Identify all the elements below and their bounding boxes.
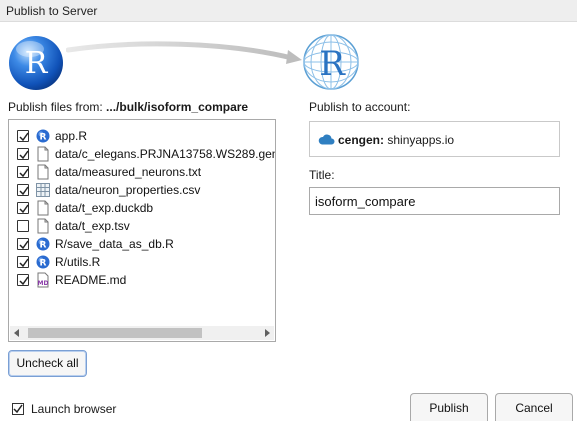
file-name: data/c_elegans.PRJNA13758.WS289.gene [55, 147, 276, 161]
window-title: Publish to Server [6, 4, 98, 18]
horizontal-scrollbar[interactable] [10, 326, 274, 340]
publish-button[interactable]: Publish [410, 393, 488, 421]
file-name: R/utils.R [55, 255, 101, 269]
svg-text:R: R [25, 46, 49, 81]
file-checkbox[interactable] [17, 148, 29, 160]
svg-text:MD: MD [38, 280, 49, 287]
account-selector[interactable]: cengen: shinyapps.io [309, 121, 560, 157]
file-name: R/save_data_as_db.R [55, 237, 174, 251]
file-checkbox[interactable] [17, 256, 29, 268]
title-input[interactable] [309, 187, 560, 215]
r-file-icon: R [36, 129, 50, 143]
publish-account-label: Publish to account: [309, 100, 411, 114]
file-name: app.R [55, 129, 88, 143]
r-file-icon: R [36, 237, 50, 251]
scroll-right-arrow-icon[interactable] [263, 329, 271, 337]
spreadsheet-icon [36, 183, 50, 197]
file-row-neuron-properties[interactable]: data/neuron_properties.csv [9, 181, 275, 199]
file-name: data/t_exp.tsv [55, 219, 130, 233]
file-name: README.md [55, 273, 127, 287]
file-row-t-exp-tsv[interactable]: data/t_exp.tsv [9, 217, 275, 235]
uncheck-all-button[interactable]: Uncheck all [8, 350, 87, 377]
cloud-icon [318, 134, 335, 145]
svg-text:R: R [319, 44, 346, 84]
file-row-gene[interactable]: data/c_elegans.PRJNA13758.WS289.gene [9, 145, 276, 163]
title-label: Title: [309, 168, 335, 182]
file-name: data/t_exp.duckdb [55, 201, 154, 215]
file-row-t-exp-duckdb[interactable]: data/t_exp.duckdb [9, 199, 275, 217]
cancel-button[interactable]: Cancel [495, 393, 573, 421]
document-icon [37, 146, 49, 162]
file-row-app-r[interactable]: R app.R [9, 127, 275, 145]
document-icon [37, 164, 49, 180]
window-titlebar: Publish to Server [0, 0, 577, 22]
scrollbar-thumb[interactable] [28, 328, 202, 338]
account-server: shinyapps.io [387, 133, 455, 147]
file-checkbox[interactable] [17, 202, 29, 214]
document-icon [37, 200, 49, 216]
file-list[interactable]: R app.R data/c_elegans.PRJNA13758.WS289.… [8, 119, 276, 342]
scroll-left-arrow-icon[interactable] [13, 329, 21, 337]
file-checkbox[interactable] [17, 130, 29, 142]
file-checkbox[interactable] [17, 184, 29, 196]
account-name: cengen: [338, 133, 385, 147]
server-r-globe-icon: R [303, 34, 359, 90]
document-icon [37, 218, 49, 234]
svg-text:R: R [40, 241, 47, 251]
file-checkbox[interactable] [17, 238, 29, 250]
file-row-utils-r[interactable]: R R/utils.R [9, 253, 275, 271]
svg-text:R: R [40, 133, 47, 143]
file-name: data/neuron_properties.csv [55, 183, 201, 197]
markdown-icon: MD [37, 272, 49, 288]
file-checkbox[interactable] [17, 274, 29, 286]
publish-files-label: Publish files from: .../bulk/isoform_com… [8, 100, 249, 114]
svg-text:R: R [40, 259, 47, 269]
r-logo-icon: R [9, 36, 63, 90]
launch-browser-label: Launch browser [31, 402, 117, 416]
publish-path: .../bulk/isoform_compare [106, 100, 249, 114]
file-row-save-data-as-db[interactable]: R R/save_data_as_db.R [9, 235, 275, 253]
file-row-readme[interactable]: MD README.md [9, 271, 275, 289]
file-checkbox[interactable] [17, 220, 29, 232]
file-checkbox[interactable] [17, 166, 29, 178]
r-file-icon: R [36, 255, 50, 269]
launch-browser-checkbox[interactable] [12, 403, 24, 415]
file-row-measured-neurons[interactable]: data/measured_neurons.txt [9, 163, 275, 181]
flow-arrow-icon [66, 41, 302, 64]
file-name: data/measured_neurons.txt [55, 165, 202, 179]
